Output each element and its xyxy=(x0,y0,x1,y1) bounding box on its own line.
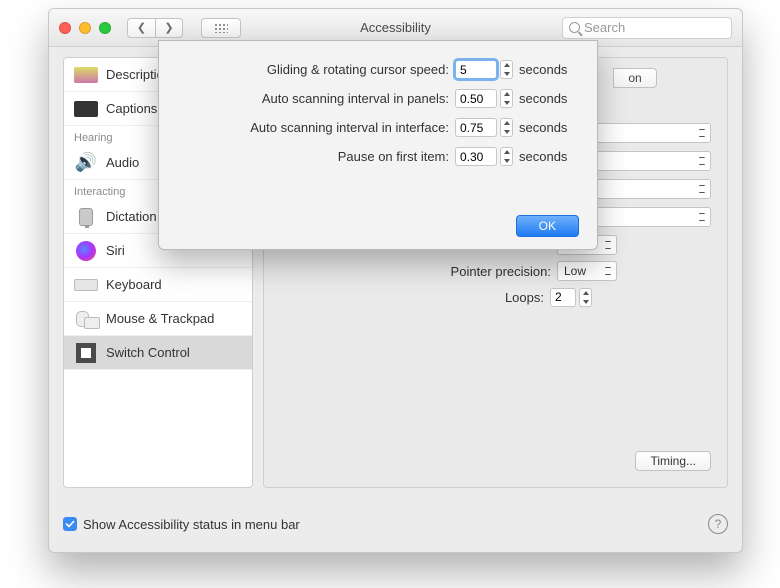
switch-control-icon xyxy=(76,343,96,363)
sidebar-item-label: Audio xyxy=(106,155,139,170)
sidebar-item-mouse-trackpad[interactable]: Mouse & Trackpad xyxy=(64,302,252,336)
mouse-icon xyxy=(76,311,96,327)
seconds-suffix: seconds xyxy=(519,120,577,135)
interface-interval-input[interactable] xyxy=(455,118,497,137)
timing-sheet: Gliding & rotating cursor speed: seconds… xyxy=(158,40,598,250)
gliding-speed-stepper[interactable] xyxy=(455,60,513,79)
gliding-speed-label: Gliding & rotating cursor speed: xyxy=(179,62,449,77)
footer: Show Accessibility status in menu bar ? xyxy=(63,510,728,538)
stepper-buttons[interactable] xyxy=(500,89,513,108)
keyboard-icon xyxy=(74,279,98,291)
sidebar-item-switch-control[interactable]: Switch Control xyxy=(64,336,252,370)
window-controls xyxy=(59,22,111,34)
seconds-suffix: seconds xyxy=(519,91,577,106)
sidebar-item-label: Captions xyxy=(106,101,157,116)
show-status-label: Show Accessibility status in menu bar xyxy=(83,517,300,532)
seconds-suffix: seconds xyxy=(519,62,577,77)
loops-input[interactable] xyxy=(550,288,576,307)
search-placeholder: Search xyxy=(584,20,625,35)
sidebar-item-label: Siri xyxy=(106,243,125,258)
help-button[interactable]: ? xyxy=(708,514,728,534)
siri-icon xyxy=(76,241,96,261)
timing-button[interactable]: Timing... xyxy=(635,451,711,471)
descriptions-icon xyxy=(74,67,98,83)
pause-first-input[interactable] xyxy=(455,147,497,166)
ok-button[interactable]: OK xyxy=(516,215,579,237)
captions-icon xyxy=(74,101,98,117)
minimize-icon[interactable] xyxy=(79,22,91,34)
stepper-buttons[interactable] xyxy=(579,288,592,307)
nav-buttons: ❮ ❯ xyxy=(127,18,183,38)
search-icon xyxy=(569,22,580,33)
pointer-precision-label: Pointer precision: xyxy=(451,264,551,279)
zoom-icon[interactable] xyxy=(99,22,111,34)
grid-icon xyxy=(214,23,228,33)
pointer-precision-select[interactable]: Low xyxy=(557,261,617,281)
loops-stepper[interactable] xyxy=(550,288,592,307)
show-all-button[interactable] xyxy=(201,18,241,38)
interface-interval-stepper[interactable] xyxy=(455,118,513,137)
pause-first-stepper[interactable] xyxy=(455,147,513,166)
panels-interval-stepper[interactable] xyxy=(455,89,513,108)
show-status-checkbox[interactable] xyxy=(63,517,77,531)
tab-navigation[interactable]: on xyxy=(613,68,657,88)
check-icon xyxy=(65,519,75,529)
sidebar-item-label: Dictation xyxy=(106,209,157,224)
forward-button[interactable]: ❯ xyxy=(155,18,183,38)
stepper-buttons[interactable] xyxy=(500,118,513,137)
sidebar-item-keyboard[interactable]: Keyboard xyxy=(64,268,252,302)
interface-interval-label: Auto scanning interval in interface: xyxy=(179,120,449,135)
pause-first-label: Pause on first item: xyxy=(179,149,449,164)
sidebar-item-label: Keyboard xyxy=(106,277,162,292)
stepper-buttons[interactable] xyxy=(500,147,513,166)
seconds-suffix: seconds xyxy=(519,149,577,164)
dictation-icon xyxy=(79,208,93,226)
stepper-buttons[interactable] xyxy=(500,60,513,79)
loops-label: Loops: xyxy=(505,290,544,305)
gliding-speed-input[interactable] xyxy=(455,60,497,79)
close-icon[interactable] xyxy=(59,22,71,34)
search-input[interactable]: Search xyxy=(562,17,732,39)
panels-interval-input[interactable] xyxy=(455,89,497,108)
panels-interval-label: Auto scanning interval in panels: xyxy=(179,91,449,106)
sidebar-item-label: Switch Control xyxy=(106,345,190,360)
audio-icon: 🔊 xyxy=(74,153,98,173)
sidebar-item-label: Mouse & Trackpad xyxy=(106,311,214,326)
back-button[interactable]: ❮ xyxy=(127,18,155,38)
